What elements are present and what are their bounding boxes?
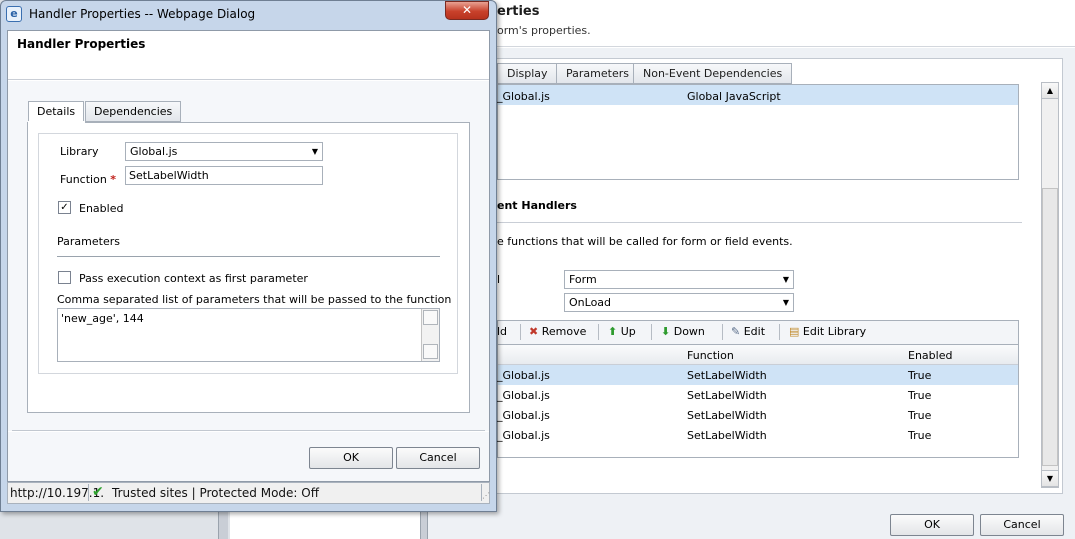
table-row[interactable]: _Global.js SetLabelWidth True	[497, 405, 1018, 425]
ok-button[interactable]: OK	[309, 447, 393, 469]
event-select-value: OnLoad	[569, 296, 612, 309]
row-enabled: True	[908, 429, 932, 442]
dialog-window-title: Handler Properties -- Webpage Dialog	[29, 7, 256, 21]
up-label: Up	[620, 325, 636, 338]
edit-library-button[interactable]: ▤ Edit Library	[789, 325, 866, 338]
scroll-down-icon[interactable]	[423, 344, 438, 359]
edit-button[interactable]: ✎ Edit	[731, 325, 765, 338]
trusted-check-icon: ✔	[92, 484, 104, 500]
parameters-scrollbar[interactable]	[421, 309, 439, 361]
active-tab-join	[28, 121, 85, 123]
pass-context-checkbox[interactable]	[58, 271, 71, 284]
control-select[interactable]: Form ▼	[564, 270, 794, 289]
ie-page-icon: e	[6, 6, 22, 22]
function-label-text: Function	[60, 173, 107, 186]
close-button[interactable]: ✕	[445, 1, 489, 20]
row-function: SetLabelWidth	[687, 369, 767, 382]
form-properties-title: erties	[497, 4, 540, 19]
row-library: _Global.js	[497, 389, 550, 402]
tab-display[interactable]: Display	[497, 63, 558, 84]
enabled-label: Enabled	[79, 202, 124, 215]
toolbar-separator	[598, 324, 599, 340]
library-label: Library	[60, 145, 99, 158]
parameters-value: 'new_age', 144	[61, 312, 144, 325]
tab-details[interactable]: Details	[28, 101, 85, 123]
tab-dependencies[interactable]: Dependencies	[85, 101, 182, 122]
row-library: _Global.js	[497, 409, 550, 422]
edit-library-label: Edit Library	[802, 325, 867, 338]
function-label: Function *	[60, 173, 116, 186]
remove-label: Remove	[541, 325, 587, 338]
scroll-up-icon[interactable]	[423, 310, 438, 325]
status-separator	[88, 484, 89, 501]
row-enabled: True	[908, 389, 932, 402]
table-row[interactable]: _Global.js SetLabelWidth True	[497, 425, 1018, 445]
row-library: _Global.js	[497, 429, 550, 442]
chevron-down-icon: ▼	[782, 298, 789, 307]
toolbar-separator	[520, 324, 521, 340]
resize-grip-icon[interactable]: ⋰	[482, 491, 490, 500]
form-ok-button[interactable]: OK	[890, 514, 974, 536]
event-handlers-heading: ent Handlers	[497, 199, 577, 212]
required-icon: *	[110, 173, 117, 186]
row-function: SetLabelWidth	[687, 429, 767, 442]
toolbar-separator	[651, 324, 652, 340]
function-input[interactable]: SetLabelWidth	[125, 166, 323, 185]
column-header-enabled[interactable]: Enabled	[908, 349, 952, 362]
remove-icon: ✖	[529, 325, 539, 338]
down-button[interactable]: ⬇ Down	[661, 325, 705, 338]
event-handlers-description: e functions that will be called for form…	[497, 235, 793, 248]
divider	[57, 256, 440, 257]
form-library-name: _Global.js	[497, 90, 550, 103]
form-library-display-name: Global JavaScript	[687, 90, 781, 103]
up-button[interactable]: ⬆ Up	[608, 325, 636, 338]
tab-parameters[interactable]: Parameters	[556, 63, 639, 84]
down-label: Down	[673, 325, 705, 338]
params-description: Comma separated list of parameters that …	[57, 293, 452, 306]
divider	[497, 222, 1022, 223]
chevron-down-icon: ▼	[782, 275, 789, 284]
table-row[interactable]: _Global.js SetLabelWidth True	[497, 385, 1018, 405]
edit-label: Edit	[743, 325, 766, 338]
tab-non-event-dependencies[interactable]: Non-Event Dependencies	[633, 63, 793, 84]
control-label: l	[497, 273, 501, 286]
edit-icon: ✎	[731, 325, 741, 338]
scrollbar-thumb[interactable]	[1042, 188, 1058, 466]
enabled-checkbox[interactable]: ✓	[58, 201, 71, 214]
close-icon: ✕	[461, 3, 473, 17]
arrow-down-icon: ⬇	[661, 325, 671, 338]
table-row[interactable]: _Global.js SetLabelWidth True	[497, 365, 1018, 385]
add-button[interactable]: ld	[497, 325, 507, 338]
status-zone: Trusted sites | Protected Mode: Off	[112, 486, 319, 500]
column-header-function[interactable]: Function	[687, 349, 734, 362]
row-enabled: True	[908, 369, 932, 382]
row-enabled: True	[908, 409, 932, 422]
row-function: SetLabelWidth	[687, 389, 767, 402]
status-url: http://10.197.1.	[10, 486, 105, 500]
scroll-down-icon[interactable]: ▼	[1041, 470, 1059, 487]
control-select-value: Form	[569, 273, 597, 286]
cancel-button[interactable]: Cancel	[396, 447, 480, 469]
form-properties-subtitle: orm's properties.	[497, 24, 591, 37]
row-library: _Global.js	[497, 369, 550, 382]
chevron-down-icon: ▼	[311, 147, 318, 156]
row-function: SetLabelWidth	[687, 409, 767, 422]
form-cancel-button[interactable]: Cancel	[980, 514, 1064, 536]
library-icon: ▤	[789, 325, 800, 338]
remove-button[interactable]: ✖ Remove	[529, 325, 586, 338]
pass-context-label: Pass execution context as first paramete…	[79, 272, 308, 285]
parameters-heading: Parameters	[57, 235, 120, 248]
function-input-value: SetLabelWidth	[129, 169, 209, 182]
scroll-up-icon[interactable]: ▲	[1041, 82, 1059, 99]
library-select-value: Global.js	[130, 145, 178, 158]
toolbar-separator	[779, 324, 780, 340]
arrow-up-icon: ⬆	[608, 325, 618, 338]
check-icon: ✓	[60, 202, 69, 213]
library-select[interactable]: Global.js ▼	[125, 142, 323, 161]
toolbar-separator	[722, 324, 723, 340]
dialog-heading: Handler Properties	[17, 37, 146, 51]
event-select[interactable]: OnLoad ▼	[564, 293, 794, 312]
